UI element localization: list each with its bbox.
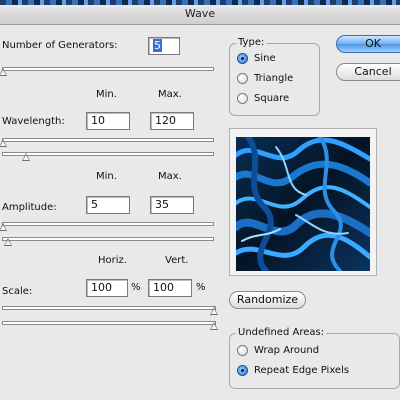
undefined-areas-group: Undefined Areas: (229, 327, 400, 389)
scale-horiz-unit: % (131, 282, 141, 293)
preview-panel (229, 128, 377, 276)
window-title: Wave (184, 7, 216, 20)
amplitude-min-input[interactable]: 5 (86, 196, 130, 214)
wavelength-min-slider-thumb[interactable] (0, 139, 7, 147)
amplitude-min-slider-thumb[interactable] (0, 223, 7, 231)
wavelength-min-input[interactable]: 10 (86, 112, 130, 130)
wavelength-label: Wavelength: (2, 116, 65, 127)
generators-label: Number of Generators: (2, 40, 118, 51)
scale-horiz-slider-track[interactable] (2, 306, 216, 310)
type-triangle-radio[interactable] (237, 73, 248, 84)
generators-input[interactable]: 5 (148, 37, 180, 55)
type-sine-label[interactable]: Sine (254, 53, 276, 64)
preview-image (236, 137, 370, 271)
scale-horiz-slider-thumb[interactable] (210, 307, 218, 315)
wavelength-min-slider-track[interactable] (2, 138, 214, 142)
ok-button[interactable]: OK (336, 35, 400, 53)
type-square-radio[interactable] (237, 93, 248, 104)
wrap-around-label[interactable]: Wrap Around (254, 345, 319, 356)
scale-horiz-input[interactable]: 100 (86, 279, 128, 297)
amplitude-min-header: Min. (96, 171, 117, 182)
scale-vert-unit: % (196, 282, 206, 293)
title-bar-stripes (0, 0, 400, 5)
type-sine-radio[interactable] (237, 53, 248, 64)
type-square-label[interactable]: Square (254, 93, 289, 104)
repeat-edge-pixels-radio[interactable] (237, 365, 248, 376)
repeat-edge-pixels-label[interactable]: Repeat Edge Pixels (254, 365, 349, 376)
generators-slider-track[interactable] (2, 67, 214, 71)
amplitude-min-slider-track[interactable] (2, 222, 214, 226)
amplitude-label: Amplitude: (2, 202, 57, 213)
wavelength-max-header: Max. (158, 89, 182, 100)
type-legend: Type: (236, 37, 267, 48)
scale-label: Scale: (2, 286, 33, 297)
scale-horiz-header: Horiz. (98, 255, 127, 266)
wavelength-min-header: Min. (96, 89, 117, 100)
wavelength-max-input[interactable]: 120 (150, 112, 194, 130)
amplitude-max-slider-thumb[interactable] (4, 238, 12, 246)
randomize-button[interactable]: Randomize (229, 291, 306, 309)
scale-vert-slider-thumb[interactable] (210, 322, 218, 330)
scale-vert-slider-track[interactable] (2, 321, 216, 325)
amplitude-max-slider-track[interactable] (2, 237, 214, 241)
amplitude-max-input[interactable]: 35 (150, 196, 194, 214)
type-triangle-label[interactable]: Triangle (254, 73, 293, 84)
wavelength-max-slider-track[interactable] (2, 152, 214, 156)
amplitude-max-header: Max. (158, 171, 182, 182)
generators-slider-thumb[interactable] (0, 68, 7, 76)
scale-vert-header: Vert. (165, 255, 189, 266)
undefined-areas-legend: Undefined Areas: (236, 327, 327, 338)
wavelength-max-slider-thumb[interactable] (22, 153, 30, 161)
scale-vert-input[interactable]: 100 (148, 279, 192, 297)
wrap-around-radio[interactable] (237, 345, 248, 356)
title-bar: Wave (0, 0, 400, 25)
cancel-button[interactable]: Cancel (336, 63, 400, 81)
